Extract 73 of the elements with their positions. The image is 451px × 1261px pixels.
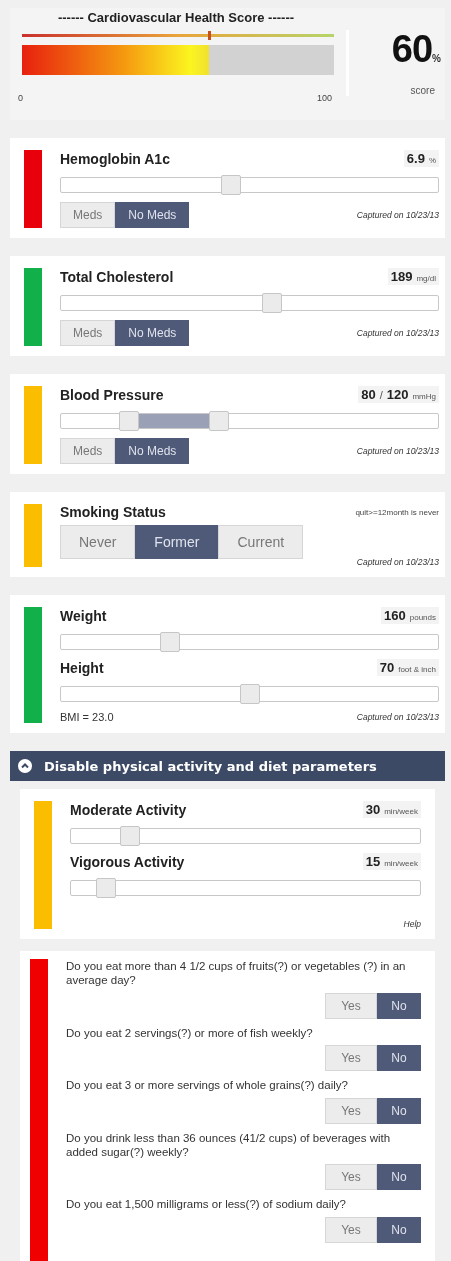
answer-button[interactable]: Yes (325, 1216, 377, 1243)
metric-value: 15 (365, 854, 381, 869)
answer-button[interactable]: No (377, 1216, 421, 1243)
banner-label: Disable physical activity and diet parameters (44, 758, 377, 774)
answer-button[interactable]: Yes (325, 992, 377, 1019)
question-text: Do you eat 2 servings(?) or more of fish weekly? (66, 1025, 314, 1041)
segment-button[interactable]: Never (60, 525, 136, 559)
metric-value: 30 (365, 802, 381, 817)
segment-button[interactable]: No Meds (115, 320, 190, 346)
metric-unit: pounds (409, 613, 436, 622)
segment-button[interactable]: Current (218, 525, 304, 559)
metric-value: 160 (384, 608, 406, 623)
segment-button[interactable]: Former (135, 525, 219, 559)
question-text: Do you eat more than 4 1/2 cups of fruits(?) or vegetables (?) in an average day? (66, 959, 407, 988)
answer-button[interactable]: No (377, 1164, 421, 1191)
captured-date: Captured on 10/23/13 (356, 557, 439, 567)
segment-button[interactable]: Meds (60, 320, 116, 346)
slider-handle[interactable] (262, 293, 283, 313)
metric-label: Smoking Status (60, 504, 166, 520)
answer-button[interactable]: No (377, 1097, 421, 1124)
captured-date: Captured on 10/23/13 (356, 328, 439, 338)
metric-unit: mmHg (412, 392, 436, 401)
scale-min: 0 (18, 93, 23, 103)
score-value: 60 (391, 28, 433, 70)
score-unit: % (432, 53, 441, 64)
metric-value: 120 (386, 387, 409, 402)
metric-unit: mg/dl (416, 274, 436, 283)
toggle-parameters-banner[interactable]: Disable physical activity and diet parameters (10, 751, 445, 781)
segment-button[interactable]: Meds (60, 202, 116, 228)
metric-unit: foot & inch (398, 665, 436, 674)
segment-button[interactable]: No Meds (115, 202, 190, 228)
metric-label: Height (60, 659, 104, 676)
metric-label: Hemoglobin A1c (60, 150, 170, 167)
score-label: score (410, 85, 435, 96)
metric-unit: min/week (384, 807, 418, 816)
bmi-text: BMI = 23.0 (60, 711, 114, 723)
slider-handle[interactable] (118, 411, 139, 431)
question-text: Do you eat 1,500 milligrams or less(?) of sodium daily? (66, 1197, 347, 1212)
metric-unit: min/week (384, 859, 418, 868)
metric-unit: % (428, 156, 436, 165)
captured-date: Captured on 10/23/13 (356, 210, 439, 220)
slider-handle[interactable] (209, 411, 230, 431)
slider-handle[interactable] (95, 878, 116, 898)
value-separator: / (379, 389, 383, 401)
metric-label: Total Cholesterol (60, 268, 174, 285)
answer-button[interactable]: Yes (325, 1045, 377, 1072)
segment-button[interactable]: No Meds (115, 438, 190, 464)
score-title: ------ Cardiovascular Health Score ------ (56, 10, 296, 25)
slider-handle[interactable] (220, 175, 241, 195)
metric-value: 189 (390, 269, 413, 284)
answer-button[interactable]: Yes (325, 1164, 377, 1191)
metric-value: 70 (379, 660, 395, 675)
scale-max: 100 (316, 93, 332, 103)
metric-label: Moderate Activity (70, 801, 187, 818)
question-text: Do you eat 3 or more servings of whole grains(?) daily? (66, 1078, 349, 1093)
collapse-icon (18, 759, 32, 773)
segment-button[interactable]: Meds (60, 438, 116, 464)
metric-value: 80 (361, 387, 376, 402)
metric-label: Blood Pressure (60, 386, 164, 403)
captured-date: Captured on 10/23/13 (356, 712, 439, 722)
question-text: Do you drink less than 36 ounces (41/2 cups) of beverages with added sugar(?) weekly? (66, 1130, 392, 1160)
captured-date: Captured on 10/23/13 (356, 446, 439, 456)
slider-handle[interactable] (160, 632, 181, 652)
slider-handle[interactable] (120, 826, 141, 846)
answer-button[interactable]: No (377, 992, 421, 1019)
metric-label: Weight (60, 607, 107, 624)
help-link[interactable]: Help (403, 919, 421, 929)
slider-handle[interactable] (239, 684, 260, 704)
metric-note: quit>=12month is never (355, 507, 439, 517)
metric-value: 6.9 (406, 151, 425, 166)
metric-label: Vigorous Activity (70, 853, 185, 870)
answer-button[interactable]: Yes (325, 1097, 377, 1124)
answer-button[interactable]: No (377, 1045, 421, 1072)
